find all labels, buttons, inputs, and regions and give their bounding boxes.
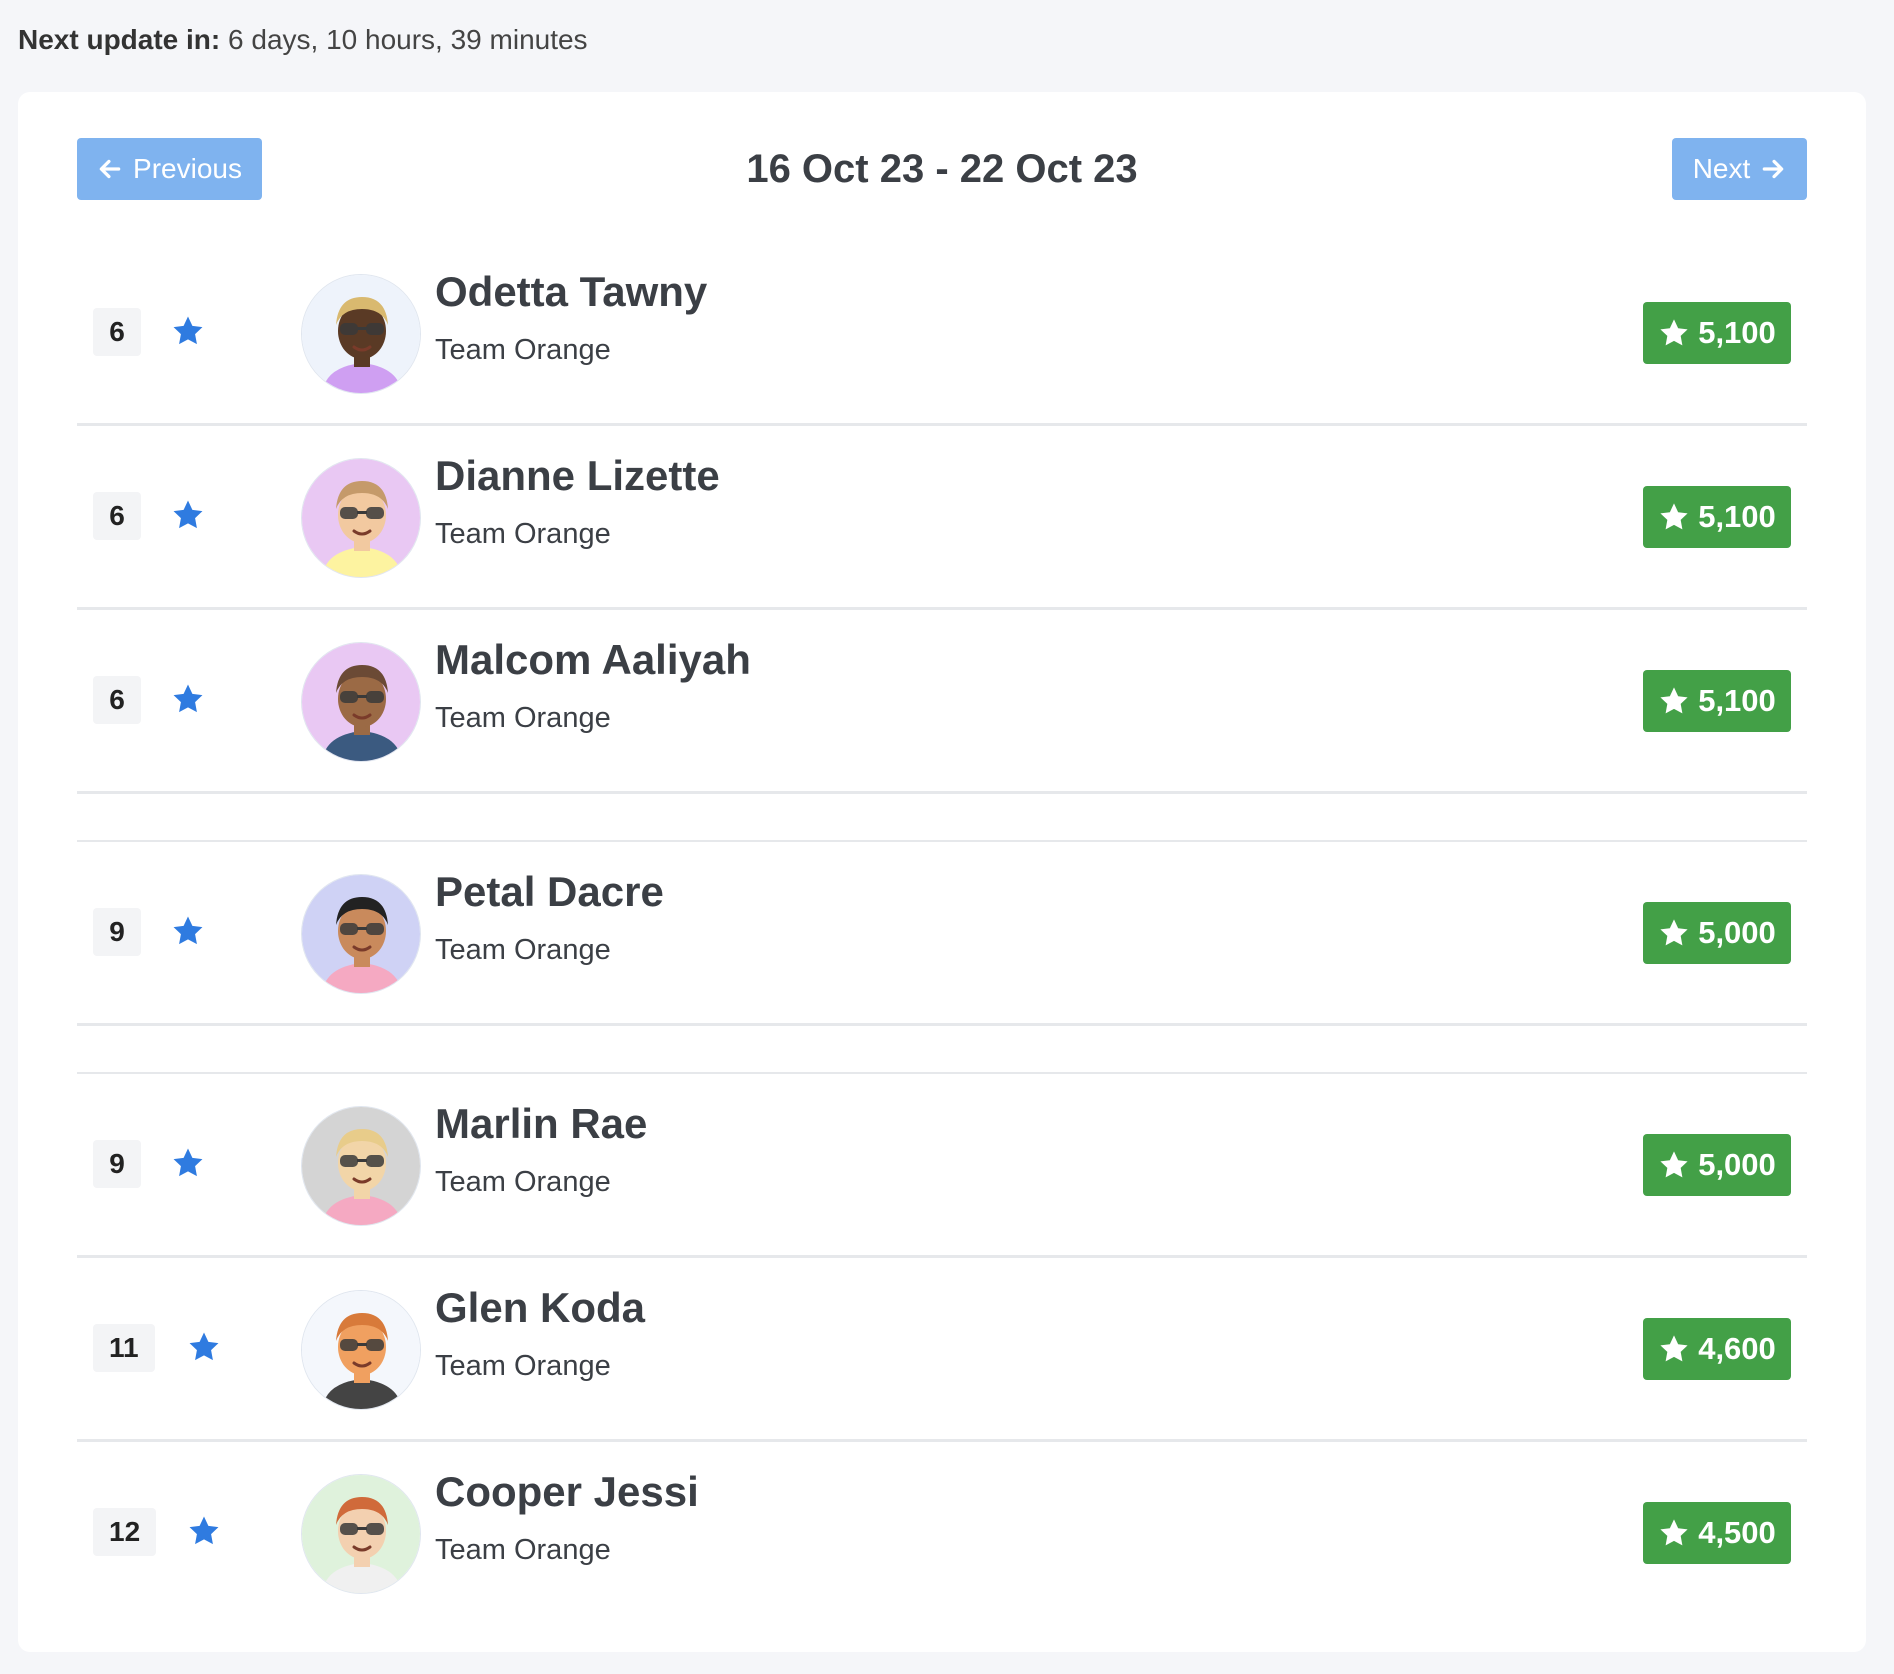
star-icon [173,316,203,345]
previous-button-label: Previous [133,153,242,184]
rank-badge: 6 [93,676,141,724]
score-value: 5,100 [1698,499,1776,534]
avatar [301,1106,421,1226]
next-update-value: 6 days, 10 hours, 39 minutes [228,24,588,55]
star-icon [1660,687,1688,714]
player-name[interactable]: Marlin Rae [435,1096,647,1152]
player-name[interactable]: Petal Dacre [435,864,664,920]
score-badge: 5,100 [1643,302,1791,364]
star-icon [1660,1519,1688,1546]
player-name[interactable]: Glen Koda [435,1280,645,1336]
rank-badge: 6 [93,492,141,540]
previous-button[interactable]: Previous [77,138,262,200]
avatar [301,1474,421,1594]
score-badge: 5,000 [1643,1134,1791,1196]
star-icon [1660,503,1688,530]
avatar [301,642,421,762]
person-avatar-icon [302,1291,420,1409]
team-name: Team Orange [435,1350,611,1382]
avatar [301,1290,421,1410]
score-badge: 4,600 [1643,1318,1791,1380]
person-avatar-icon [302,275,420,393]
star-icon [1660,1151,1688,1178]
rank-badge: 12 [93,1508,157,1556]
star-icon [1660,319,1688,346]
score-badge: 4,500 [1643,1502,1791,1564]
date-range-title: 16 Oct 23 - 22 Oct 23 [746,147,1138,191]
team-name: Team Orange [435,702,611,734]
score-badge: 5,100 [1643,486,1791,548]
rank-badge: 11 [93,1324,155,1372]
leaderboard-row: 9 Petal Dacre Team Orange 5,000 [77,842,1807,1074]
star-icon [173,684,203,713]
rank-badge: 9 [93,1140,141,1188]
avatar [301,274,421,394]
player-name[interactable]: Cooper Jessi [435,1464,699,1520]
star-icon [173,500,203,529]
score-value: 4,600 [1698,1331,1776,1366]
star-icon [1660,1335,1688,1362]
star-icon [189,1516,219,1545]
leaderboard-row: 6 Malcom Aaliyah Team Orange 5,100 [77,610,1807,842]
week-navigation: Previous 16 Oct 23 - 22 Oct 23 Next [77,138,1807,200]
rank-badge: 6 [93,308,141,356]
team-name: Team Orange [435,1166,611,1198]
person-avatar-icon [302,1475,420,1593]
team-name: Team Orange [435,934,611,966]
leaderboard-row: 9 Marlin Rae Team Orange 5,000 [77,1074,1807,1258]
team-name: Team Orange [435,334,611,366]
player-name[interactable]: Malcom Aaliyah [435,632,751,688]
leaderboard-row: 12 Cooper Jessi Team Orange 4,500 [77,1442,1807,1626]
next-update-label: Next update in: [18,24,221,55]
score-badge: 5,100 [1643,670,1791,732]
star-icon [1660,919,1688,946]
avatar [301,874,421,994]
score-value: 4,500 [1698,1515,1776,1550]
next-button[interactable]: Next [1672,138,1807,200]
arrow-left-icon [99,159,121,179]
team-name: Team Orange [435,518,611,550]
leaderboard-card: Previous 16 Oct 23 - 22 Oct 23 Next 6 Od… [18,92,1866,1652]
team-name: Team Orange [435,1534,611,1566]
person-avatar-icon [302,459,420,577]
leaderboard-row: 11 Glen Koda Team Orange 4,600 [77,1258,1807,1442]
person-avatar-icon [302,875,420,993]
score-value: 5,100 [1698,315,1776,350]
avatar [301,458,421,578]
arrow-right-icon [1762,159,1784,179]
leaderboard-row: 6 Dianne Lizette Team Orange 5,100 [77,426,1807,610]
score-value: 5,100 [1698,683,1776,718]
star-icon [173,1148,203,1177]
player-name[interactable]: Odetta Tawny [435,264,707,320]
person-avatar-icon [302,1107,420,1225]
next-update-line: Next update in: 6 days, 10 hours, 39 min… [18,22,588,58]
person-avatar-icon [302,643,420,761]
next-button-label: Next [1692,153,1751,184]
leaderboard-list: 6 Odetta Tawny Team Orange 5,100 6 Diann… [77,242,1807,1626]
leaderboard-row: 6 Odetta Tawny Team Orange 5,100 [77,242,1807,426]
score-value: 5,000 [1698,915,1776,950]
star-icon [173,916,203,945]
star-icon [189,1332,219,1361]
score-value: 5,000 [1698,1147,1776,1182]
score-badge: 5,000 [1643,902,1791,964]
rank-badge: 9 [93,908,141,956]
player-name[interactable]: Dianne Lizette [435,448,720,504]
